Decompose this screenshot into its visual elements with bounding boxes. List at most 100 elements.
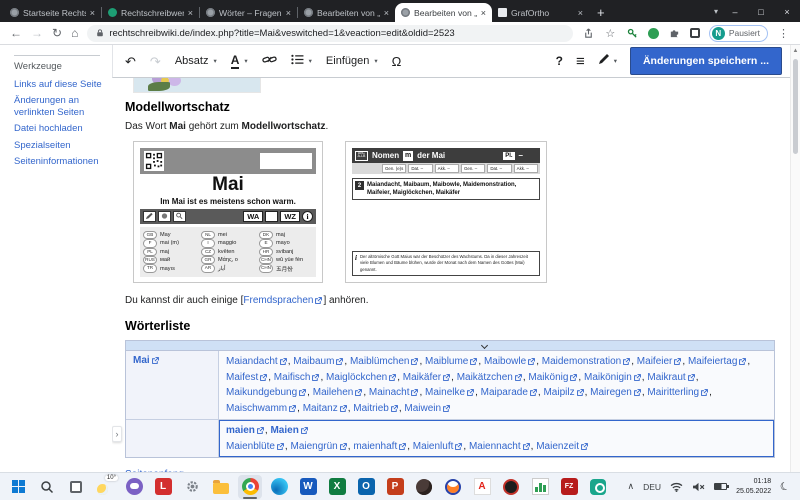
word-link[interactable]: Maiblume [425,356,468,367]
word-link[interactable]: maienhaft [353,441,397,452]
table-head-cell-empty[interactable] [126,420,219,457]
word-link[interactable]: Maienluft [413,441,454,452]
tab-bearbeiten-1[interactable]: Bearbeiten von „M × [298,3,395,22]
fremdsprachen-link[interactable]: Fremdsprachen [243,295,313,306]
tab-close-icon[interactable]: × [188,8,193,18]
sidebar-link[interactable]: Änderungen an verlinkten Seiten [14,95,106,118]
excel-button[interactable]: X [325,475,349,499]
word-link[interactable]: Maiparade [481,387,528,398]
window-minimize-button[interactable]: – [722,7,748,17]
tab-close-icon[interactable]: × [286,8,291,18]
word-link[interactable]: Mairitterling [647,387,699,398]
word-link-item[interactable]: Maischwamm, [226,403,303,414]
page-options-menu-icon[interactable]: ≡ [576,54,585,69]
outlook-button[interactable]: O [354,475,378,499]
weather-widget-button[interactable]: 10° [93,475,117,499]
share-icon[interactable] [582,28,595,39]
word-link-item[interactable]: Maikraut, [647,372,698,383]
tab-close-icon[interactable]: × [384,8,389,18]
window-maximize-button[interactable]: □ [748,7,774,17]
filezilla-button[interactable]: FZ [557,475,581,499]
word-link-item[interactable]: Maiennacht, [469,441,536,452]
word-link-item[interactable]: Mairitterling, [647,387,711,398]
clock[interactable]: 01:1825.05.2022 [736,477,771,495]
reader-mode-icon[interactable] [690,28,700,38]
edit-mode-pencil-icon[interactable] [598,52,610,70]
word-link[interactable]: Maikäfer [403,372,441,383]
word-link[interactable]: Maikönigin [584,372,632,383]
tab-bearbeiten-active[interactable]: Bearbeiten von „M × [395,3,492,22]
home-button[interactable]: ⌂ [71,27,78,39]
word-link-item[interactable]: Maikätzchen, [457,372,529,383]
word-link[interactable]: Maifisch [274,372,311,383]
word-link-item[interactable]: Maiglöckchen, [326,372,403,383]
powerpoint-button[interactable]: P [383,475,407,499]
tab-close-icon[interactable]: × [578,8,583,18]
tab-woerter-fragen[interactable]: Wörter – Fragen an × [200,3,297,22]
word-link[interactable]: Maidemonstration [542,356,621,367]
start-button[interactable] [6,475,30,499]
scroll-up-arrow-icon[interactable]: ▲ [791,45,800,54]
volume-muted-icon[interactable] [692,482,705,492]
help-button[interactable]: ? [556,55,563,67]
chart-app-button[interactable] [528,475,552,499]
word-link[interactable]: Maiglöckchen [326,372,387,383]
word-link[interactable]: Maibowle [484,356,526,367]
word-link-item[interactable]: Maipilz, [543,387,590,398]
list-format-icon[interactable] [291,52,304,70]
word-link-item[interactable]: maienhaft, [353,441,412,452]
task-view-button[interactable] [64,475,88,499]
word-link-item[interactable]: Maidemonstration, [542,356,637,367]
word-link[interactable]: maien [226,425,255,436]
word-link-item[interactable]: Mainacht, [369,387,425,398]
word-link-item[interactable]: Maiblume, [425,356,484,367]
sidebar-link[interactable]: Spezialseiten [14,140,106,151]
word-link[interactable]: Maiwein [404,403,441,414]
mai-grammar-card[interactable]: ABC A-LB Nomen m der Mai Pl. – Gen. (e)s… [345,141,547,283]
insert-dropdown[interactable]: Einfügen [326,55,369,67]
word-link-item[interactable]: Maienluft, [413,441,469,452]
chrome-button[interactable] [238,475,262,499]
word-button[interactable]: W [296,475,320,499]
word-link[interactable]: Maikätzchen [457,372,513,383]
taskbar-search-button[interactable] [35,475,59,499]
browser-menu-icon[interactable]: ⋮ [777,27,790,40]
word-link-item[interactable]: Mailehen, [313,387,369,398]
word-link[interactable]: Maikönig [528,372,568,383]
word-link-item[interactable]: Maikundgebung, [226,387,313,398]
word-link-item[interactable]: Maitrieb, [353,403,404,414]
mai-link[interactable]: Mai [133,355,150,366]
word-link[interactable]: Maitanz [303,403,338,414]
word-link-item[interactable]: Maien, [270,425,308,436]
profile-button[interactable]: N Pausiert [709,25,768,42]
table-column-header[interactable] [125,340,775,350]
tab-grafortho[interactable]: GrafOrtho × [492,3,589,22]
word-link[interactable]: Mainacht [369,387,410,398]
text-style-button[interactable]: A [231,53,240,69]
editor-content-surface[interactable]: Modellwortschatz Das Wort Mai gehört zum… [112,78,790,472]
word-link-item[interactable]: Maiengrün, [290,441,353,452]
sidebar-link[interactable]: Datei hochladen [14,123,106,134]
tab-startseite[interactable]: Startseite Rechtsch × [4,3,101,22]
word-link[interactable]: Maiennacht [469,441,521,452]
media-app-button[interactable] [499,475,523,499]
l-app-button[interactable]: L [151,475,175,499]
tab-close-icon[interactable]: × [481,8,486,18]
word-link-item[interactable]: Maifeiertag, [688,356,750,367]
flower-image-partial[interactable] [133,78,261,93]
table-head-cell-mai[interactable]: Mai [126,351,219,420]
word-link[interactable]: Maischwamm [226,403,287,414]
word-link-item[interactable]: Maikäfer, [403,372,457,383]
word-link-item[interactable]: Maifest, [226,372,274,383]
sidebar-link[interactable]: Links auf diese Seite [14,79,106,90]
window-close-button[interactable]: × [774,7,800,17]
word-link[interactable]: Maiblümchen [350,356,409,367]
back-button[interactable]: ← [10,27,22,39]
word-link[interactable]: Maifeiertag [688,356,737,367]
table-cell-mai-compounds[interactable]: Maiandacht, Maibaum, Maiblümchen, Maiblu… [219,351,774,420]
table-cell-maien-selected[interactable]: maien, Maien, Maienblüte, Maiengrün, mai… [219,420,774,457]
special-character-button[interactable]: Ω [392,55,402,68]
link-icon[interactable] [262,52,277,70]
word-link-item[interactable]: Maitanz, [303,403,354,414]
word-link-item[interactable]: Maienblüte, [226,441,290,452]
